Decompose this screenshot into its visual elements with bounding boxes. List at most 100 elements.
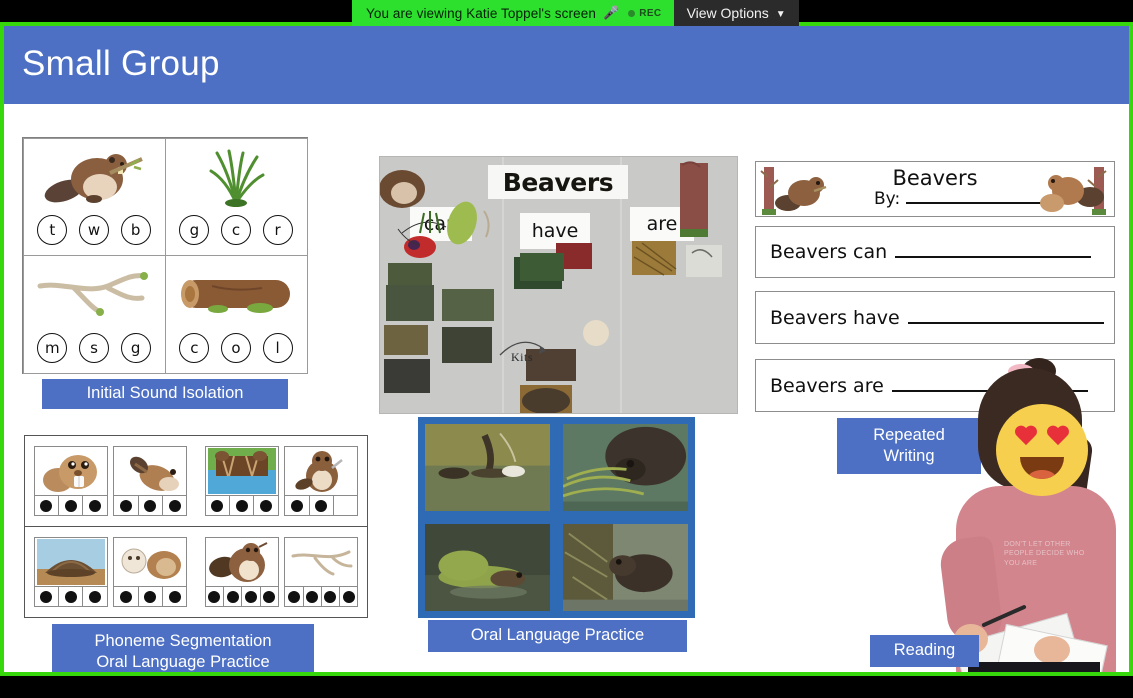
counter-dot	[168, 499, 181, 512]
sound-boxes	[114, 495, 187, 515]
view-options-button[interactable]: View Options ▼	[673, 0, 799, 26]
sound-box[interactable]	[310, 496, 334, 515]
beaver-photo-on-vegetation[interactable]	[421, 520, 554, 615]
heart-icon	[1014, 426, 1038, 448]
sentence-stem: Beavers are	[770, 374, 884, 397]
beaver-photo-eating-reeds[interactable]	[559, 420, 692, 515]
sound-box[interactable]	[340, 587, 357, 606]
shared-screen-frame: Small Group t w b g c r m s g c o l Init…	[0, 22, 1133, 676]
bottom-letterbox	[0, 676, 1133, 698]
counter-dot	[315, 499, 328, 512]
beaver-dam-illustration-icon	[206, 447, 278, 495]
caption-reading: Reading	[870, 635, 979, 667]
sound-box[interactable]	[114, 496, 139, 515]
sound-boxes	[114, 586, 187, 606]
sound-box[interactable]	[254, 496, 277, 515]
letter-option[interactable]: r	[262, 215, 293, 245]
rec-label: REC	[639, 7, 662, 19]
sound-box[interactable]	[35, 587, 60, 606]
letter-option[interactable]: l	[262, 332, 293, 363]
counter-dot	[235, 499, 248, 512]
letter-option[interactable]: s	[78, 332, 109, 363]
beaver-photo-swimming-with-branch[interactable]	[421, 420, 554, 515]
beaver-photo-climbing-lodge[interactable]	[559, 520, 692, 615]
screen-root: You are viewing Katie Toppel's screen 🎤 …	[0, 0, 1133, 698]
letter-option[interactable]: c	[220, 215, 251, 245]
sentence-blank-line[interactable]	[907, 321, 1104, 324]
sound-box[interactable]	[139, 587, 163, 606]
counter-dot	[168, 590, 181, 603]
sound-box[interactable]	[35, 496, 60, 515]
caption-line-2: Oral Language Practice	[96, 653, 270, 671]
sound-box[interactable]	[285, 587, 304, 606]
legs	[968, 662, 1100, 672]
letter-choices: c o l	[166, 327, 307, 373]
sound-boxes	[205, 586, 278, 606]
sound-box[interactable]	[59, 587, 84, 606]
sound-box[interactable]	[224, 587, 243, 606]
beaver-lodge-illustration-icon	[35, 538, 107, 586]
caption-oral-language-practice: Oral Language Practice	[428, 620, 687, 652]
phoneme-item	[113, 446, 188, 516]
sound-box[interactable]	[163, 496, 186, 515]
sound-box[interactable]	[114, 587, 139, 606]
letter-option[interactable]: g	[179, 215, 210, 245]
sound-box[interactable]	[206, 496, 231, 515]
letter-option[interactable]: o	[220, 332, 251, 363]
sound-box[interactable]	[139, 496, 163, 515]
anchor-chart-cutouts	[380, 161, 722, 413]
sound-box[interactable]	[334, 496, 357, 515]
view-options-label: View Options	[686, 5, 769, 21]
phoneme-row	[25, 527, 367, 617]
sound-box[interactable]	[59, 496, 84, 515]
phoneme-group	[196, 446, 367, 516]
letter-option[interactable]: b	[120, 215, 151, 245]
sentence-text: Beavers have	[770, 307, 1104, 329]
phoneme-item	[33, 446, 108, 516]
initial-sound-isolation-worksheet: t w b g c r m s g c o l	[22, 137, 308, 374]
page-title: Small Group	[22, 44, 220, 83]
sound-box[interactable]	[83, 496, 106, 515]
heart-icon	[1046, 426, 1070, 448]
student-reading-photo: DON'T LET OTHER PEOPLE DECIDE WHO YOU AR…	[937, 358, 1122, 672]
sound-box[interactable]	[230, 496, 255, 515]
iso-cell: c o l	[164, 255, 308, 374]
name-blank-line[interactable]	[906, 202, 1049, 204]
letter-choices: m s g	[24, 327, 165, 373]
zoom-share-banner: You are viewing Katie Toppel's screen 🎤 …	[352, 0, 799, 26]
sentence-text: Beavers can	[770, 241, 1092, 263]
sound-box[interactable]	[83, 587, 106, 606]
letter-option[interactable]: t	[37, 215, 68, 245]
counter-dot	[263, 590, 276, 603]
sound-box[interactable]	[285, 496, 310, 515]
phoneme-group	[25, 537, 196, 607]
sentence-strip-have[interactable]: Beavers have	[755, 291, 1115, 344]
sentence-strip-can[interactable]: Beavers can	[755, 226, 1115, 278]
presentation-slide: Small Group t w b g c r m s g c o l Init…	[4, 26, 1129, 672]
phoneme-item	[204, 446, 279, 516]
letter-option[interactable]: m	[37, 332, 68, 363]
bare-branch-stick-icon	[24, 256, 165, 327]
twig-branch-illustration-icon	[285, 538, 357, 586]
sound-boxes	[205, 495, 278, 515]
sound-box[interactable]	[206, 587, 224, 606]
anchor-chart-photo: Beavers can have are Kits	[379, 156, 738, 414]
writing-title-strip: Beavers By:	[755, 161, 1115, 217]
sound-boxes	[34, 495, 107, 515]
sentence-stem: Beavers have	[770, 306, 900, 329]
sound-box[interactable]	[322, 587, 340, 606]
sound-box[interactable]	[261, 587, 278, 606]
counter-dot	[244, 590, 257, 603]
counter-dot	[208, 590, 221, 603]
letter-option[interactable]: w	[78, 215, 109, 245]
sound-box[interactable]	[163, 587, 186, 606]
counter-dot	[342, 590, 355, 603]
counter-dot	[226, 590, 239, 603]
sound-box[interactable]	[242, 587, 261, 606]
sound-box[interactable]	[304, 587, 322, 606]
letter-option[interactable]: c	[179, 332, 210, 363]
beaver-and-tree-illustration-right-icon	[1040, 167, 1107, 215]
screen-share-notice: You are viewing Katie Toppel's screen 🎤 …	[352, 0, 674, 26]
sentence-blank-line[interactable]	[895, 256, 1092, 258]
letter-option[interactable]: g	[120, 332, 151, 363]
